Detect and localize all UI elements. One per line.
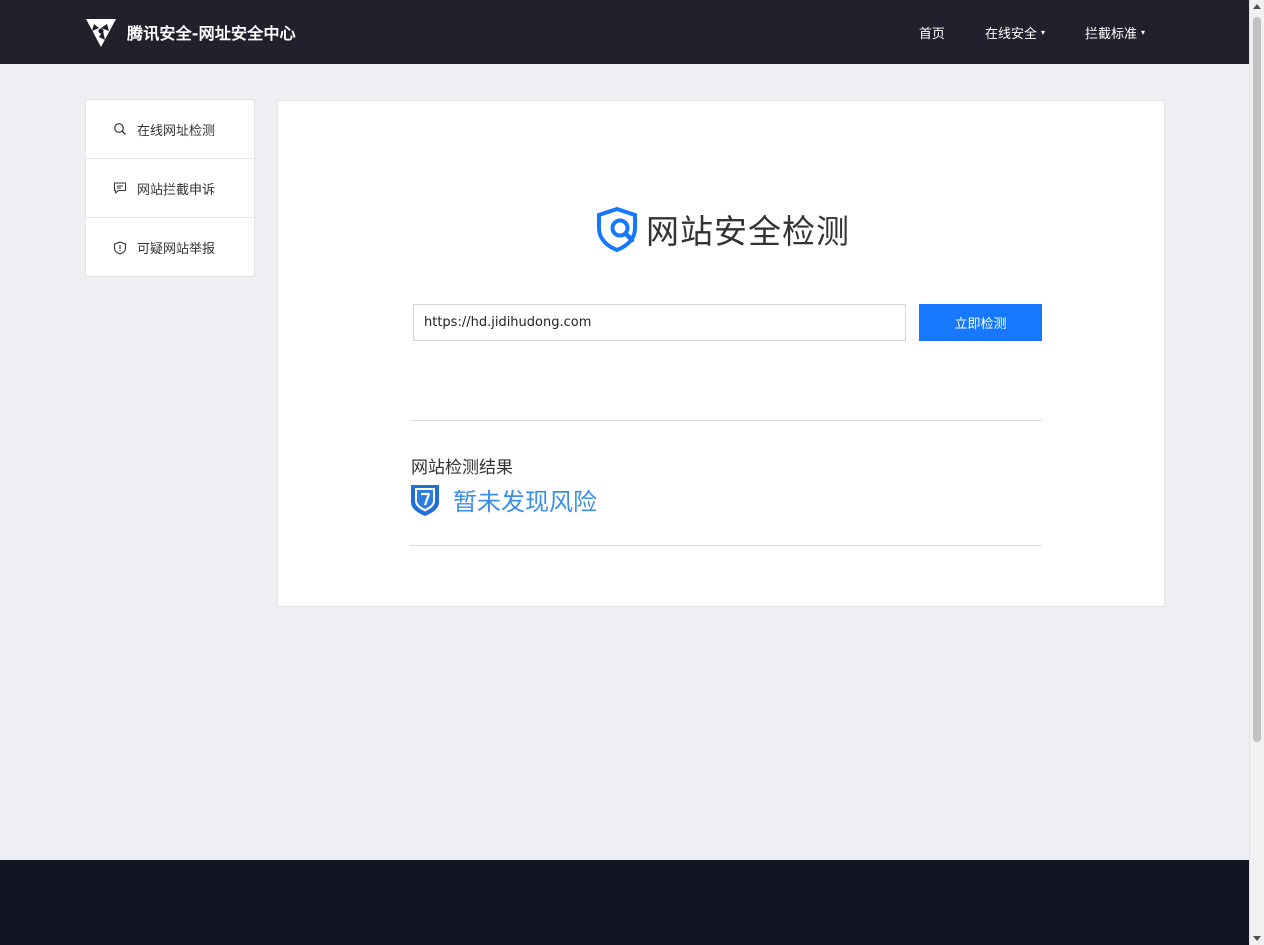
footer <box>0 860 1249 945</box>
sidebar-item-label: 在线网址检测 <box>137 123 216 139</box>
nav-online-security-label: 在线安全 <box>984 26 1037 42</box>
nav-block-standards[interactable]: 拦截标准 ▾ <box>1085 23 1145 42</box>
nav-block-standards-label: 拦截标准 <box>1084 26 1137 42</box>
vertical-scrollbar[interactable] <box>1249 0 1264 945</box>
check-now-button[interactable]: 立即检测 <box>919 304 1042 341</box>
nav-home[interactable]: 首页 <box>919 23 945 42</box>
scroll-up-arrow-icon[interactable] <box>1253 4 1261 9</box>
sidebar-item-label: 网站拦截申诉 <box>137 182 216 198</box>
shield-alert-icon <box>113 240 127 255</box>
main-nav: 首页 在线安全 ▾ 拦截标准 ▾ <box>879 0 1145 64</box>
search-icon <box>114 123 126 135</box>
result-status: 暂未发现风险 <box>410 482 597 517</box>
scroll-down-arrow-icon[interactable] <box>1253 936 1261 941</box>
tencent-security-logo-icon <box>86 19 116 47</box>
page-title: 网站安全检测 <box>594 205 850 253</box>
sidebar: 在线网址检测 网站拦截申诉 可疑网站举报 <box>85 99 255 277</box>
sidebar-item-appeal[interactable]: 网站拦截申诉 <box>86 159 254 218</box>
top-nav-bar: 腾讯安全-网址安全中心 首页 在线安全 ▾ 拦截标准 ▾ <box>0 0 1249 64</box>
nav-home-label: 首页 <box>918 26 945 42</box>
message-icon <box>113 182 127 194</box>
result-status-text: 暂未发现风险 <box>453 488 597 516</box>
chevron-down-icon: ▾ <box>1140 27 1145 37</box>
sidebar-item-url-check[interactable]: 在线网址检测 <box>86 100 254 159</box>
divider <box>410 545 1042 546</box>
scrollbar-thumb[interactable] <box>1253 17 1261 742</box>
sidebar-item-label: 可疑网站举报 <box>137 242 216 257</box>
shield-question-icon <box>411 484 439 516</box>
divider <box>410 420 1042 421</box>
brand-title: 腾讯安全-网址安全中心 <box>127 24 296 43</box>
url-input[interactable] <box>413 304 906 341</box>
page-title-text: 网站安全检测 <box>646 212 850 251</box>
shield-search-icon <box>597 206 637 252</box>
nav-online-security[interactable]: 在线安全 ▾ <box>985 23 1045 42</box>
main-card: 网站安全检测 立即检测 网站检测结果 暂未发现风险 <box>277 100 1165 607</box>
result-heading: 网站检测结果 <box>411 458 513 478</box>
sidebar-item-report[interactable]: 可疑网站举报 <box>86 218 254 277</box>
brand[interactable]: 腾讯安全-网址安全中心 <box>84 14 296 50</box>
chevron-down-icon: ▾ <box>1040 27 1045 37</box>
